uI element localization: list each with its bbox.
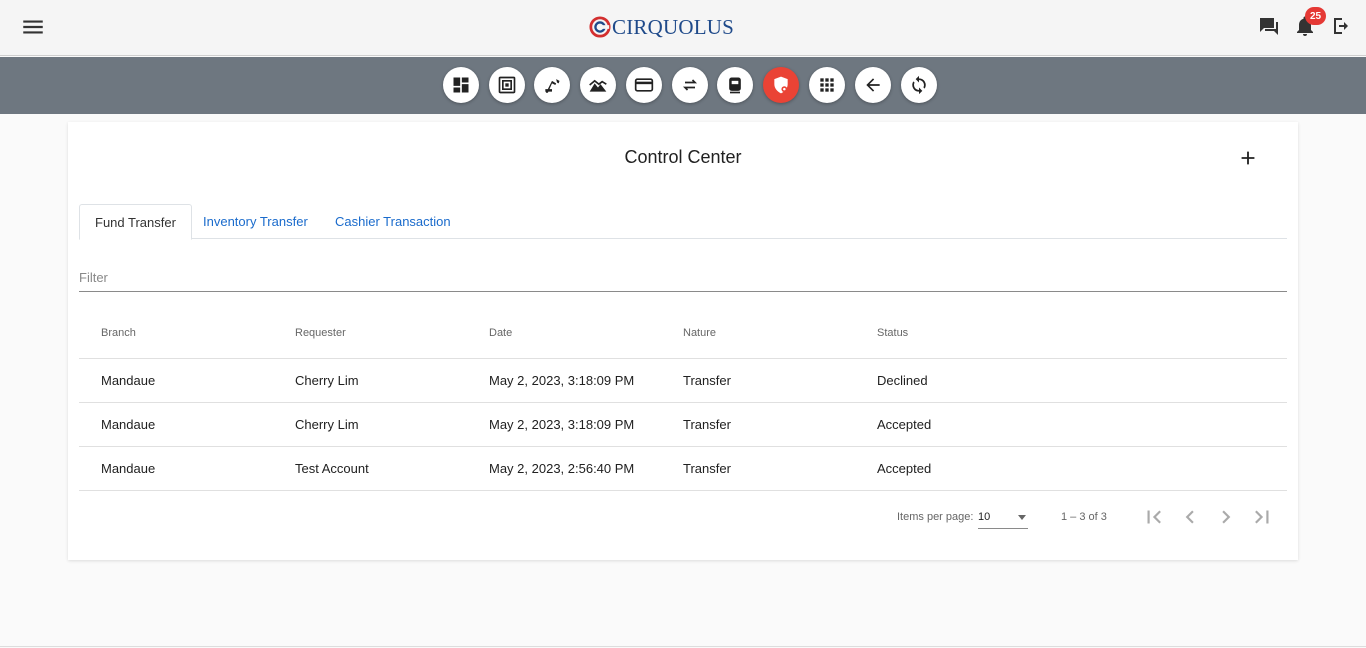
shield-icon (774, 76, 788, 94)
refresh-icon (912, 75, 926, 95)
table-header: Branch Requester Date Nature Status (79, 310, 1287, 359)
last-page-icon (1255, 510, 1269, 524)
cell-status: Accepted (877, 417, 932, 432)
landscape-chart-icon (589, 79, 607, 92)
column-header-date[interactable]: Date (489, 327, 512, 339)
chevron-left-icon (1185, 510, 1194, 524)
table-row[interactable]: Mandaue Cherry Lim May 2, 2023, 3:18:09 … (79, 359, 1287, 403)
chat-icon[interactable] (1257, 14, 1281, 38)
add-button[interactable] (1237, 147, 1259, 169)
filter-field (79, 262, 1287, 292)
dashboard-button[interactable] (443, 67, 479, 103)
digger-button[interactable] (534, 67, 570, 103)
cash-register-icon (498, 76, 516, 94)
plus-icon (1241, 151, 1255, 165)
control-center-card: Control Center Fund Transfer Inventory T… (68, 122, 1298, 560)
device-icon (729, 77, 741, 94)
page-title: Control Center (624, 147, 742, 167)
apps-grid-icon (820, 78, 834, 92)
bottom-divider (0, 646, 1366, 647)
cell-branch: Mandaue (101, 461, 156, 476)
cell-branch: Mandaue (101, 417, 156, 432)
landscape-button[interactable] (580, 67, 616, 103)
first-page-button[interactable] (1141, 504, 1167, 530)
tab-inventory-transfer[interactable]: Inventory Transfer (188, 204, 323, 239)
paginator: Items per page: 10 1 – 3 of 3 (79, 502, 1287, 542)
next-page-button[interactable] (1213, 504, 1239, 530)
refresh-button[interactable] (901, 67, 937, 103)
digger-icon (545, 79, 560, 93)
card-icon (634, 78, 654, 92)
last-page-button[interactable] (1249, 504, 1275, 530)
chevron-right-icon (1222, 510, 1231, 524)
fund-transfer-table: Branch Requester Date Nature Status Mand… (79, 310, 1287, 491)
cell-requester: Cherry Lim (295, 417, 359, 432)
range-label: 1 – 3 of 3 (1061, 511, 1107, 523)
tab-bar: Fund Transfer Inventory Transfer Cashier… (79, 204, 1287, 240)
cell-requester: Test Account (295, 461, 369, 476)
notification-badge: 25 (1305, 7, 1326, 25)
module-toolbar (0, 57, 1366, 114)
menu-icon[interactable] (20, 14, 46, 40)
control-center-button[interactable] (763, 67, 799, 103)
logo-mark-icon (589, 16, 611, 38)
tab-fund-transfer[interactable]: Fund Transfer (79, 204, 192, 240)
items-per-page-label: Items per page: (897, 511, 974, 523)
first-page-icon (1147, 510, 1161, 524)
cell-status: Declined (877, 373, 928, 388)
back-button[interactable] (855, 67, 891, 103)
logo[interactable]: CIRQUOLUS (589, 14, 734, 40)
transfer-button[interactable] (672, 67, 708, 103)
column-header-nature[interactable]: Nature (683, 327, 716, 339)
table-row[interactable]: Mandaue Cherry Lim May 2, 2023, 3:18:09 … (79, 403, 1287, 447)
cell-requester: Cherry Lim (295, 373, 359, 388)
cell-nature: Transfer (683, 417, 731, 432)
cell-status: Accepted (877, 461, 932, 476)
device-button[interactable] (717, 67, 753, 103)
previous-page-button[interactable] (1177, 504, 1203, 530)
cell-date: May 2, 2023, 2:56:40 PM (489, 461, 635, 476)
column-header-status[interactable]: Status (877, 327, 908, 339)
cell-nature: Transfer (683, 373, 731, 388)
apps-button[interactable] (809, 67, 845, 103)
column-header-requester[interactable]: Requester (295, 327, 346, 339)
logout-icon[interactable] (1329, 14, 1353, 38)
back-arrow-icon (866, 78, 880, 92)
dropdown-caret-icon (1018, 515, 1026, 520)
logo-text: CIRQUOLUS (612, 14, 734, 39)
table-row[interactable]: Mandaue Test Account May 2, 2023, 2:56:4… (79, 447, 1287, 491)
items-per-page-select[interactable]: 10 (978, 505, 1028, 529)
transfer-arrows-icon (682, 79, 698, 91)
cell-date: May 2, 2023, 3:18:09 PM (489, 373, 635, 388)
tab-cashier-transaction[interactable]: Cashier Transaction (320, 204, 466, 239)
top-bar: CIRQUOLUS 25 (0, 0, 1366, 56)
items-per-page-value: 10 (978, 511, 991, 523)
column-header-branch[interactable]: Branch (101, 327, 136, 339)
filter-input[interactable] (79, 262, 1287, 292)
cell-nature: Transfer (683, 461, 731, 476)
card-button[interactable] (626, 67, 662, 103)
dashboard-icon (453, 77, 469, 93)
cell-branch: Mandaue (101, 373, 156, 388)
cash-register-button[interactable] (489, 67, 525, 103)
cell-date: May 2, 2023, 3:18:09 PM (489, 417, 635, 432)
